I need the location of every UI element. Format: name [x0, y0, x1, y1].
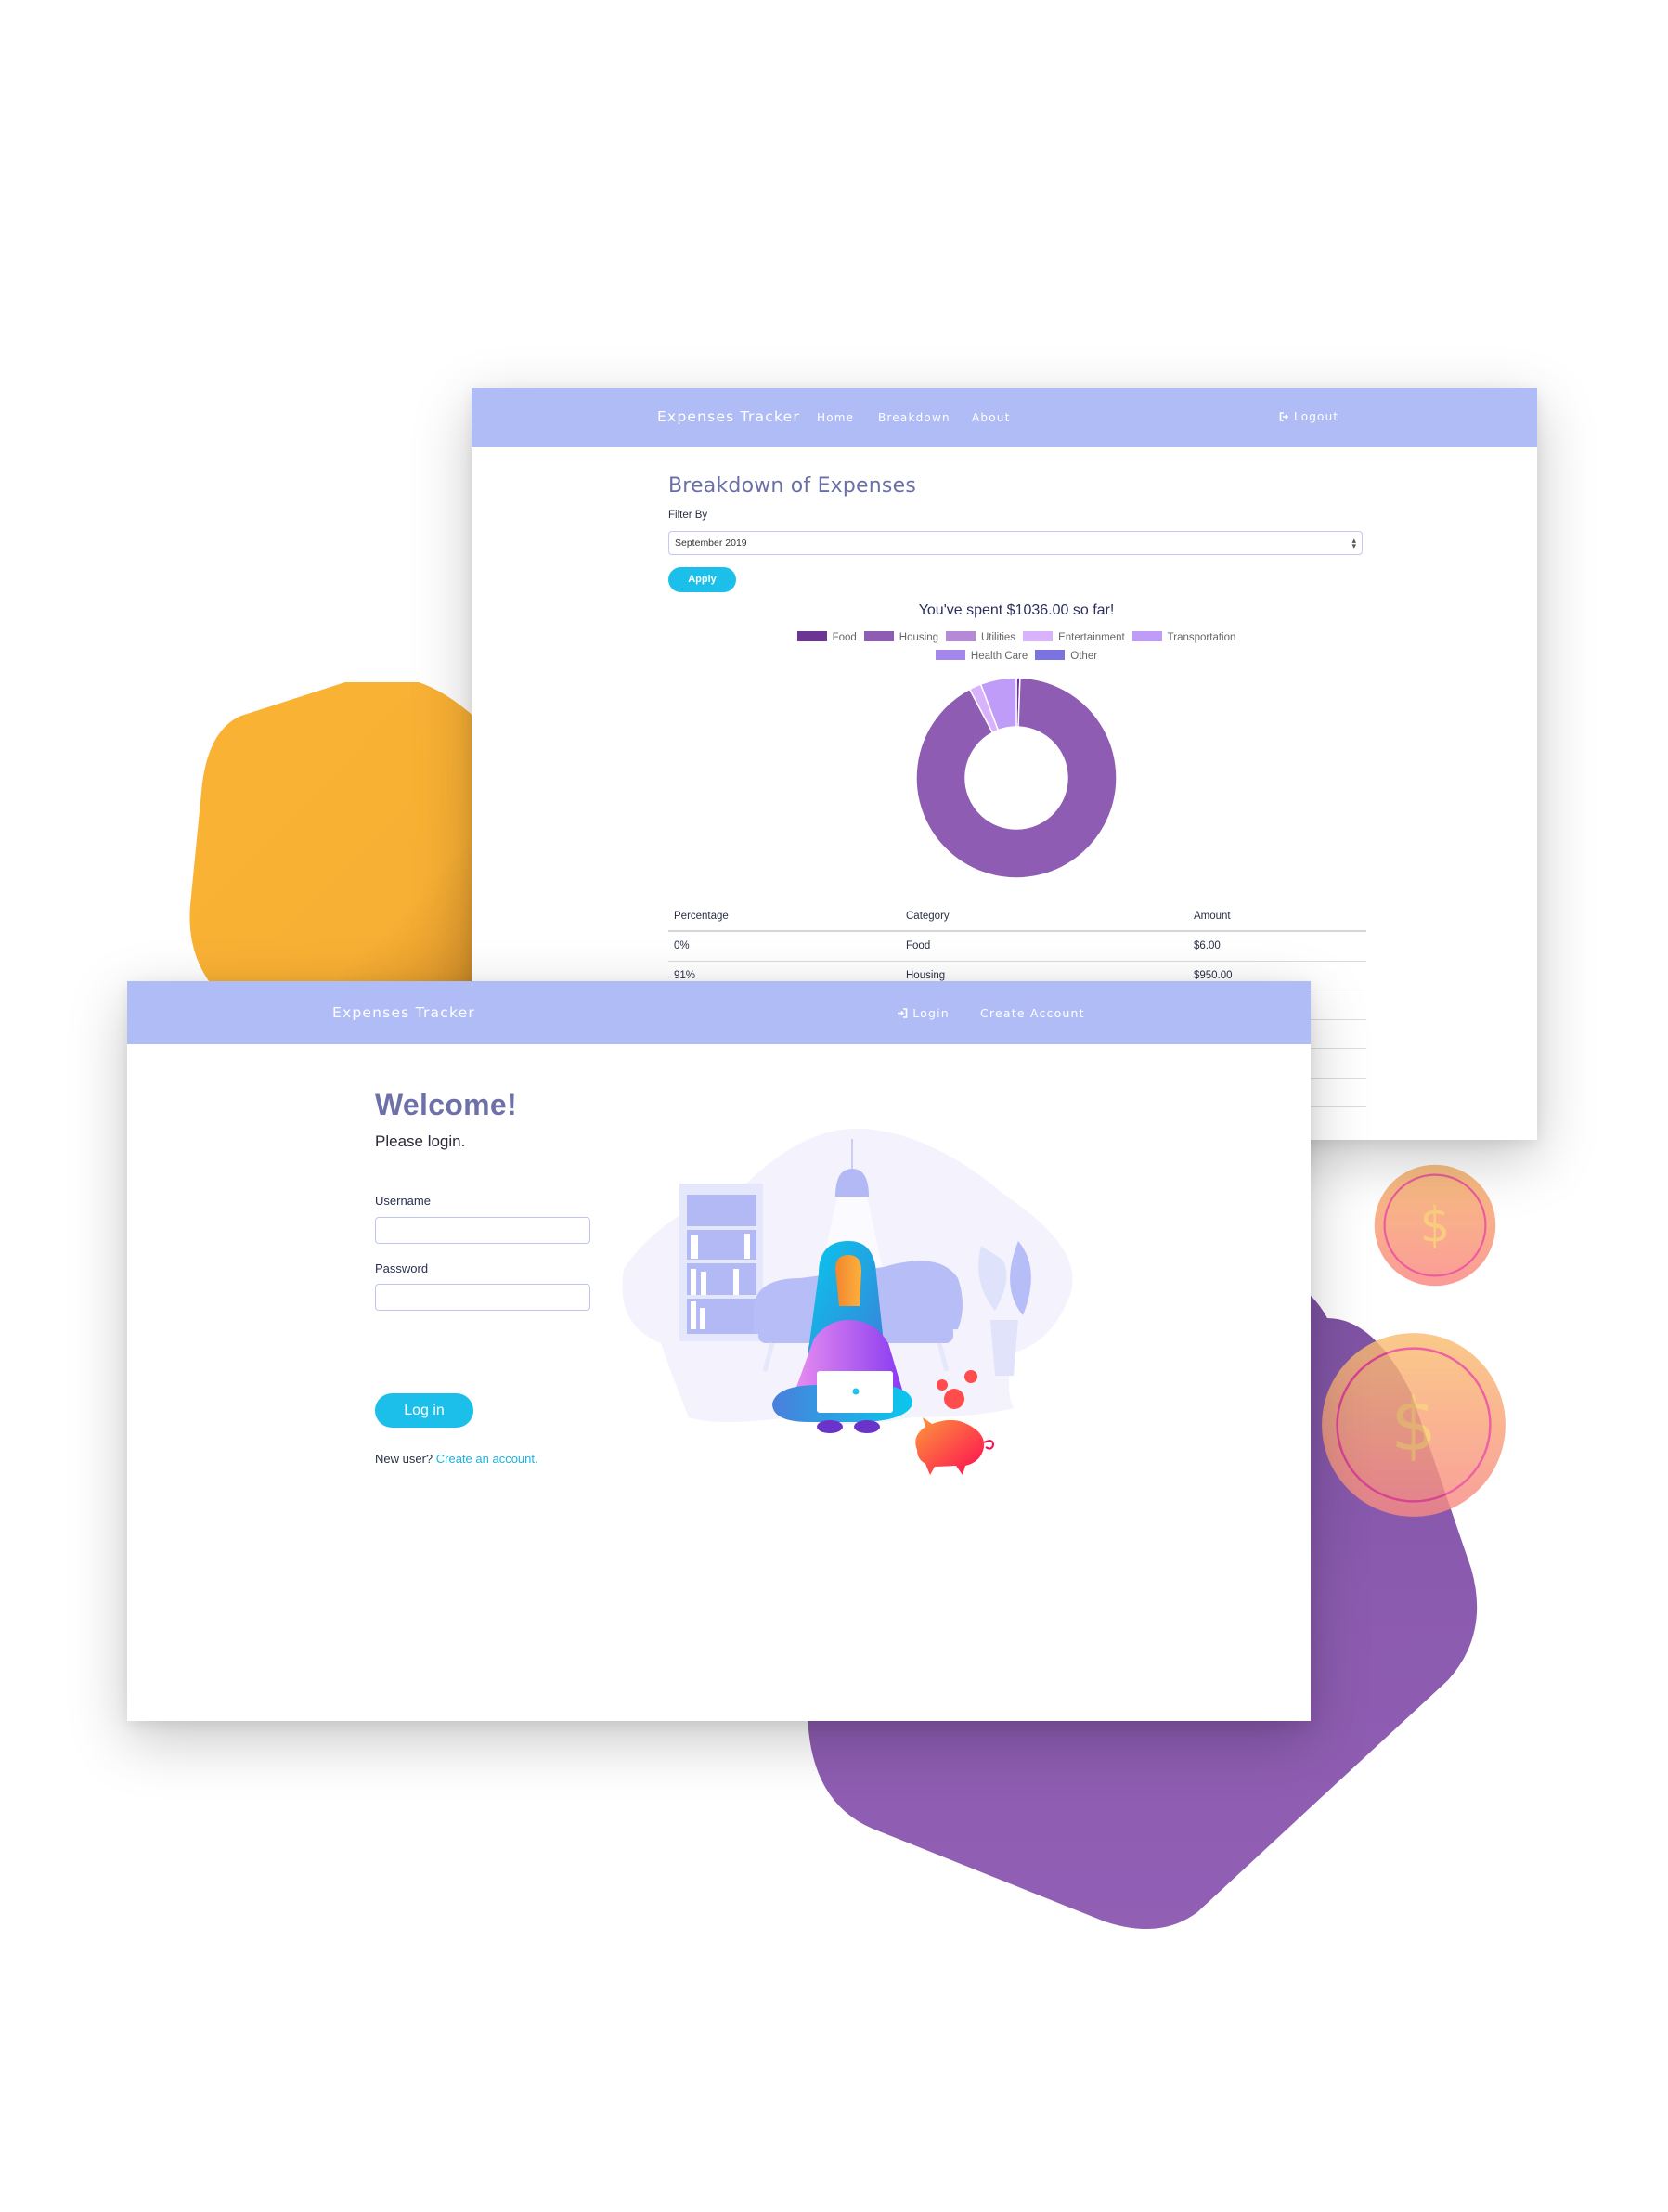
legend-label: Entertainment — [1058, 632, 1125, 643]
table-header-row: Percentage Category Amount — [668, 905, 1366, 932]
legend-label: Transportation — [1167, 632, 1236, 643]
row-percentage: 91% — [674, 969, 696, 981]
page-title: Breakdown of Expenses — [668, 474, 916, 498]
brand-link[interactable]: Expenses Tracker — [657, 408, 800, 425]
filter-selected-value: September 2019 — [675, 537, 747, 549]
yellow-hexagon-shape — [189, 682, 501, 998]
expenses-donut-chart — [915, 677, 1118, 879]
legend-swatch — [1035, 650, 1066, 660]
row-category: Housing — [906, 969, 946, 981]
legend-item-transportation[interactable]: Transportation — [1131, 631, 1236, 643]
password-input[interactable] — [375, 1284, 590, 1311]
username-input[interactable] — [375, 1217, 590, 1244]
row-amount: $950.00 — [1194, 969, 1233, 981]
legend-item-other[interactable]: Other — [1035, 650, 1097, 662]
login-subtitle: Please login. — [375, 1132, 466, 1150]
legend-label: Other — [1070, 651, 1098, 662]
new-user-prompt: New user? Create an account. — [375, 1452, 538, 1466]
legend-item-health-care[interactable]: Health Care — [935, 650, 1028, 662]
legend-item-housing[interactable]: Housing — [863, 631, 938, 643]
sign-in-icon — [898, 1008, 908, 1018]
woman-laptop-illustration — [622, 1128, 1073, 1475]
dollar-coin-icon: $ — [1322, 1333, 1506, 1517]
legend-item-entertainment[interactable]: Entertainment — [1023, 631, 1125, 643]
legend-item-utilities[interactable]: Utilities — [946, 631, 1015, 643]
nav-breakdown-link[interactable]: Breakdown — [878, 411, 950, 424]
legend-label: Utilities — [981, 632, 1016, 643]
svg-text:$: $ — [1420, 1198, 1451, 1254]
logout-link[interactable]: Logout — [1279, 410, 1338, 423]
welcome-heading: Welcome! — [375, 1088, 517, 1121]
new-user-text: New user? — [375, 1452, 433, 1466]
table-row: 0% Food $6.00 — [668, 932, 1366, 962]
login-nav-label: Login — [912, 1006, 950, 1020]
password-label: Password — [375, 1261, 429, 1275]
legend-swatch — [1023, 631, 1054, 641]
nav-home-link[interactable]: Home — [817, 411, 854, 424]
legend-label: Food — [832, 632, 857, 643]
login-nav-link[interactable]: Login — [897, 1006, 950, 1020]
legend-swatch — [946, 631, 976, 641]
legend-swatch — [1131, 631, 1162, 641]
legend-item-food[interactable]: Food — [796, 631, 857, 643]
apply-button[interactable]: Apply — [668, 567, 736, 592]
select-arrows-icon: ▴ ▾ — [1351, 536, 1356, 550]
total-spent-text: You've spent $1036.00 so far! — [918, 602, 1115, 618]
create-account-link[interactable]: Create an account. — [436, 1452, 538, 1466]
chart-legend-row-2: Health Care Other — [668, 650, 1364, 662]
filter-label: Filter By — [668, 510, 708, 521]
dollar-coin-icon: $ — [1374, 1164, 1496, 1287]
login-window: Expenses Tracker Login Create Account We… — [127, 981, 1311, 1721]
row-amount: $6.00 — [1194, 940, 1221, 951]
row-percentage: 0% — [674, 940, 690, 951]
chart-legend-row-1: Food Housing Utilities Entertainment Transpo… — [668, 631, 1364, 643]
header-category: Category — [906, 911, 950, 922]
sign-out-icon — [1279, 412, 1289, 421]
legend-swatch — [863, 631, 894, 641]
svg-text:$: $ — [1390, 1383, 1437, 1468]
brand-link[interactable]: Expenses Tracker — [332, 1004, 475, 1021]
filter-month-select[interactable]: September 2019 ▴ ▾ — [668, 531, 1363, 555]
logout-label: Logout — [1294, 410, 1339, 423]
login-navbar: Expenses Tracker Login Create Account — [127, 981, 1311, 1044]
header-percentage: Percentage — [674, 911, 729, 922]
row-category: Food — [906, 940, 931, 951]
legend-swatch — [935, 650, 965, 660]
create-account-nav-link[interactable]: Create Account — [980, 1006, 1085, 1020]
username-label: Username — [375, 1194, 431, 1208]
breakdown-navbar: Expenses Tracker Home Breakdown About Lo… — [472, 388, 1537, 447]
header-amount: Amount — [1194, 911, 1231, 922]
nav-about-link[interactable]: About — [972, 411, 1010, 424]
legend-swatch — [796, 631, 827, 641]
login-button[interactable]: Log in — [375, 1393, 473, 1428]
bookshelf — [679, 1184, 763, 1341]
legend-label: Housing — [899, 632, 938, 643]
legend-label: Health Care — [970, 651, 1028, 662]
